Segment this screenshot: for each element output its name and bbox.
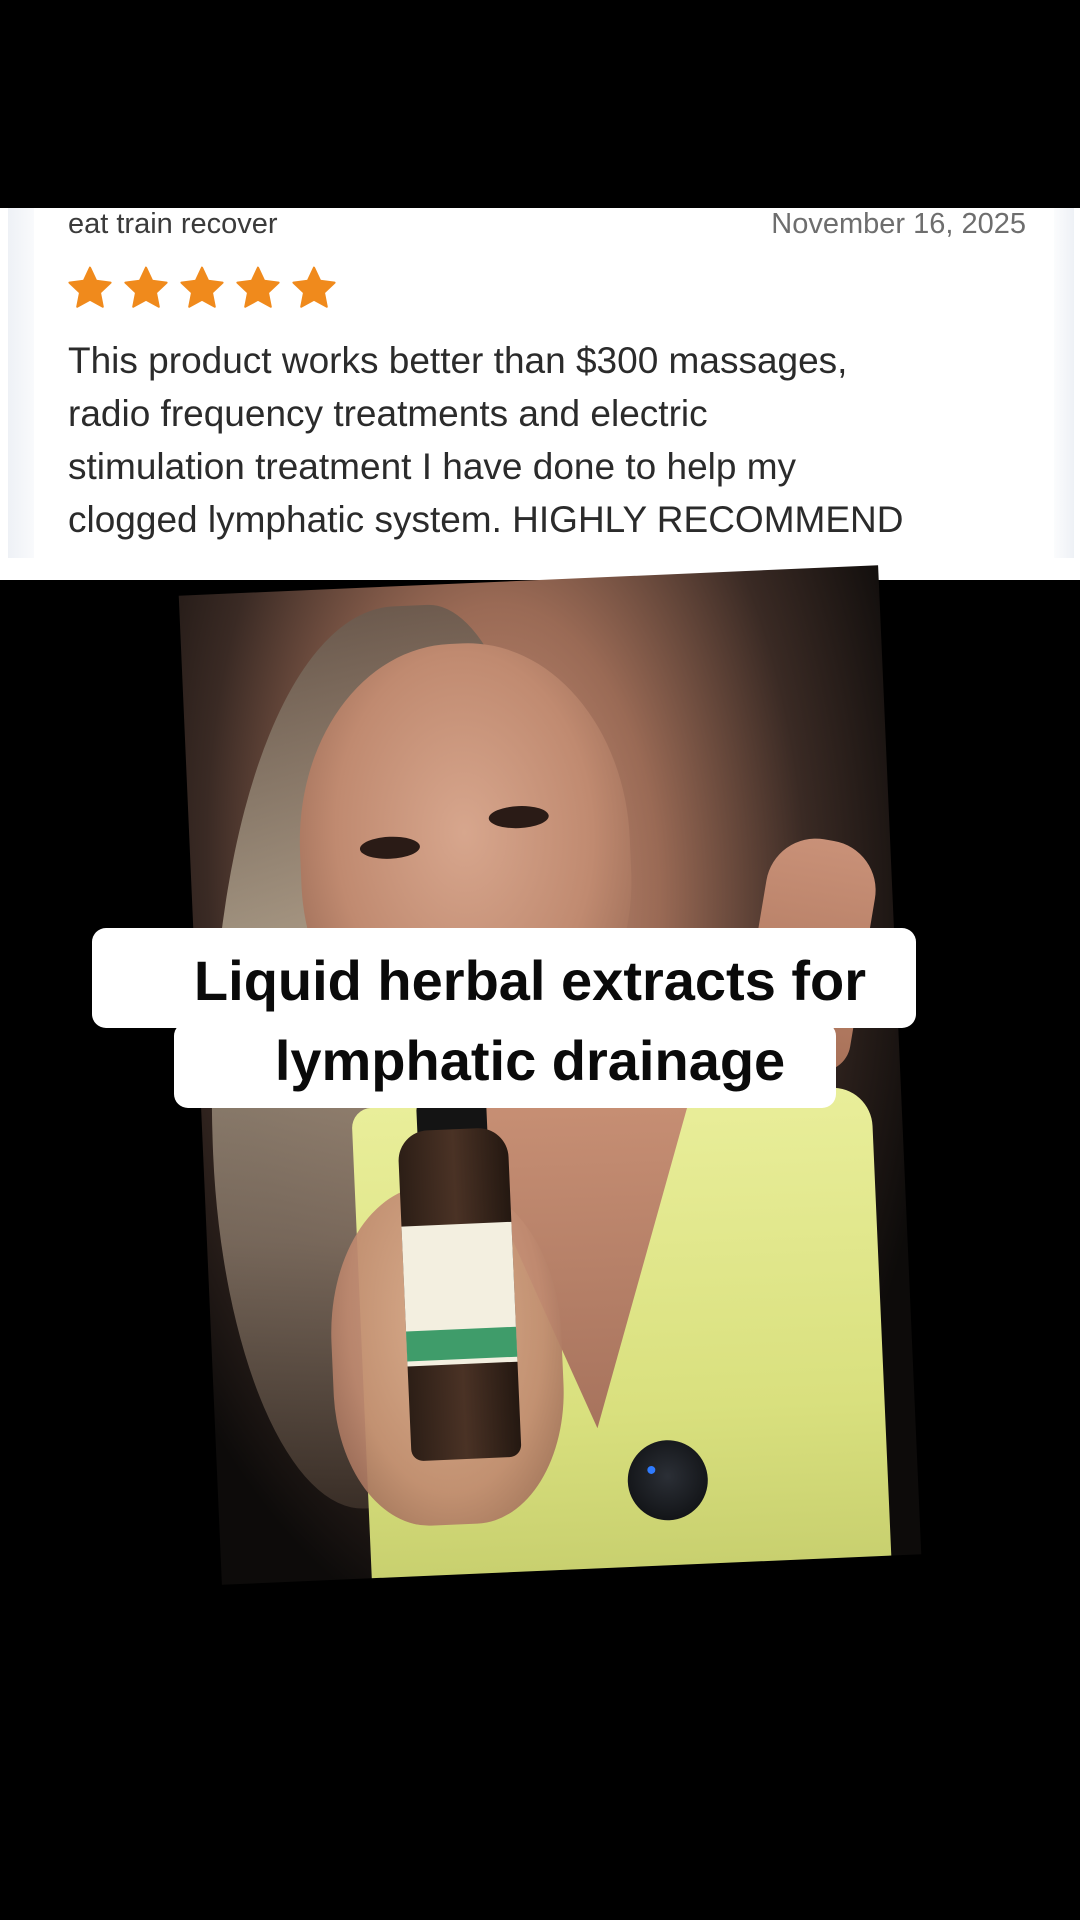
video-area[interactable] — [0, 565, 1080, 1920]
star-icon — [180, 266, 224, 308]
review-author: eat train recover — [68, 208, 278, 240]
star-icon — [124, 266, 168, 308]
screen: eat train recover November 16, 2025 This… — [0, 0, 1080, 1920]
star-icon — [292, 266, 336, 308]
caption-overlay: Liquid herbal extracts for lymphatic dra… — [0, 928, 1080, 1108]
caption-line1: Liquid herbal extracts for — [193, 949, 867, 1012]
star-icon — [68, 266, 112, 308]
review-text: This product works better than $300 mass… — [68, 340, 904, 540]
star-rating — [66, 264, 338, 312]
card-edge-shade — [8, 208, 34, 558]
bottle-label-band — [406, 1326, 518, 1362]
star-icon — [236, 266, 280, 308]
review-date: November 16, 2025 — [771, 208, 1026, 240]
caption-line2: lymphatic drainage — [274, 1029, 786, 1092]
review-card: eat train recover November 16, 2025 This… — [0, 208, 1080, 580]
